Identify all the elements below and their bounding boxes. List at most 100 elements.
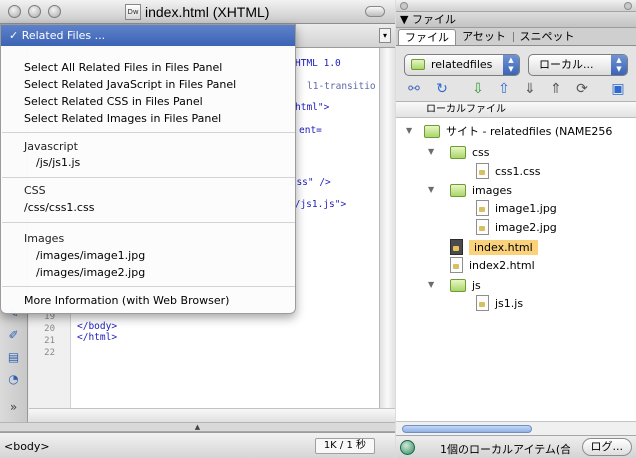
menu-item-select-related-images[interactable]: Select Related Images in Files Panel <box>24 111 221 127</box>
site-folder-icon <box>411 59 425 70</box>
tree-row-image1[interactable]: image1.jpg <box>476 199 557 217</box>
panel-close-button[interactable] <box>400 2 408 10</box>
tree-row-site[interactable]: サイト - relatedfiles (NAME256 <box>424 122 612 140</box>
minimize-window-button[interactable] <box>28 5 41 18</box>
tree-row-index-html[interactable]: index.html <box>450 238 538 256</box>
tag-selector[interactable]: <body> <box>4 440 50 453</box>
tree-row-label: サイト - relatedfiles (NAME256 <box>446 125 613 138</box>
html-file-icon <box>450 239 463 255</box>
html-file-icon <box>450 257 463 273</box>
search-icon[interactable]: ◔ <box>6 372 21 387</box>
tree-row-css1[interactable]: css1.css <box>476 162 541 180</box>
check-in-icon[interactable]: ⇑ <box>548 81 564 97</box>
download-size-indicator: 1K / 1 秒 <box>314 438 375 454</box>
tree-row-label: css1.css <box>495 164 541 178</box>
js-file-icon <box>476 295 489 311</box>
disclosure-triangle-icon[interactable]: ▼ <box>428 185 434 194</box>
menu-item-image2[interactable]: /images/image2.jpg <box>36 265 145 281</box>
document-icon: Dw <box>125 4 141 20</box>
tree-row-index2-html[interactable]: index2.html <box>450 256 535 274</box>
panel-group-header[interactable]: ▼ ファイル <box>396 12 636 28</box>
format-icon[interactable]: ✐ <box>6 328 21 343</box>
updown-arrow-icon: ▲ ▼ <box>611 55 627 75</box>
menu-item-more-information[interactable]: More Information (with Web Browser) <box>24 293 229 309</box>
panel-zoom-button[interactable] <box>624 2 632 10</box>
tab-files[interactable]: ファイル <box>398 29 456 45</box>
tree-row-images-folder[interactable]: images <box>450 181 512 199</box>
tree-row-js-folder[interactable]: js <box>450 276 481 294</box>
folder-icon <box>450 278 466 292</box>
menu-item-select-related-css[interactable]: Select Related CSS in Files Panel <box>24 94 203 110</box>
panel-status-bar: 1個のローカルアイテム(合計 ログ... <box>396 435 636 458</box>
file-icon <box>476 163 489 179</box>
toolbar-toggle-button[interactable] <box>365 6 385 17</box>
site-select[interactable]: relatedfiles ▲ ▼ <box>404 54 520 76</box>
updown-arrow-icon: ▲ ▼ <box>503 55 519 75</box>
tab-snippets[interactable]: スニペット <box>516 29 578 45</box>
menu-separator <box>2 286 295 287</box>
tab-separator <box>513 32 514 42</box>
code-line: s/js1.js"> <box>289 199 347 210</box>
window-title-text: index.html (XHTML) <box>145 4 270 20</box>
expand-panel-icon[interactable]: ▣ <box>610 81 626 97</box>
disclosure-triangle-icon[interactable]: ▼ <box>428 147 434 156</box>
image-file-icon <box>476 200 489 216</box>
menu-item-js1[interactable]: /js/js1.js <box>36 155 80 171</box>
panel-titlebar[interactable] <box>396 0 636 12</box>
editor-titlebar[interactable]: Dw index.html (XHTML) <box>0 0 395 24</box>
code-vertical-scrollbar[interactable] <box>379 48 395 408</box>
snippet-icon[interactable]: ▤ <box>6 350 21 365</box>
menu-item-css1[interactable]: /css/css1.css <box>24 200 94 216</box>
tree-row-js1[interactable]: js1.js <box>476 294 523 312</box>
window-title: Dw index.html (XHTML) <box>125 3 269 21</box>
menu-item-select-related-js[interactable]: Select Related JavaScript in Files Panel <box>24 77 236 93</box>
files-panel: ▼ ファイル ファイル アセット スニペット relatedfiles ▲ ▼ ロ… <box>396 0 636 458</box>
code-line: html"> <box>295 102 330 113</box>
expand-toolbar-icon[interactable]: » <box>6 400 21 415</box>
column-header-local-files[interactable]: ローカルファイル <box>396 102 636 118</box>
tree-row-label: image2.jpg <box>495 220 557 234</box>
connect-icon[interactable]: ⚯ <box>406 81 422 97</box>
disclosure-triangle-icon[interactable]: ▼ <box>406 126 412 135</box>
tree-row-label: image1.jpg <box>495 201 557 215</box>
panel-divider-handle[interactable]: ▲ <box>0 422 395 432</box>
related-files-menu: ✓ Related Files ... Select All Related F… <box>0 24 296 314</box>
log-button[interactable]: ログ... <box>581 438 632 456</box>
code-line: </html> <box>77 332 118 343</box>
line-number: 20 <box>44 324 55 334</box>
check-out-icon[interactable]: ⇓ <box>522 81 538 97</box>
site-select-value: relatedfiles <box>431 58 493 71</box>
synchronize-icon[interactable]: ⟳ <box>574 81 590 97</box>
tree-row-image2[interactable]: image2.jpg <box>476 218 557 236</box>
tree-row-css-folder[interactable]: css <box>450 143 490 161</box>
code-line: l1-transitio <box>307 81 376 92</box>
view-select[interactable]: ローカル... ▲ ▼ <box>528 54 628 76</box>
tree-row-label: js1.js <box>495 296 524 310</box>
refresh-icon[interactable]: ↻ <box>434 81 450 97</box>
tree-row-label: index2.html <box>469 258 535 272</box>
code-line: ent= <box>299 125 322 136</box>
panel-status-text: 1個のローカルアイテム(合計 <box>440 443 570 456</box>
disclosure-triangle-icon[interactable]: ▼ <box>428 280 434 289</box>
code-horizontal-scrollbar[interactable] <box>29 408 395 422</box>
menu-item-select-all-related[interactable]: Select All Related Files in Files Panel <box>24 60 222 76</box>
scrollbar-thumb[interactable] <box>402 425 532 433</box>
menu-group-heading: CSS <box>24 184 46 197</box>
folder-icon <box>450 145 466 159</box>
zoom-window-button[interactable] <box>48 5 61 18</box>
put-files-icon[interactable]: ⇧ <box>496 81 512 97</box>
close-window-button[interactable] <box>8 5 21 18</box>
menu-separator <box>2 177 295 178</box>
tab-assets[interactable]: アセット <box>458 29 510 45</box>
tree-row-label: css <box>472 145 490 159</box>
menu-item-related-files[interactable]: ✓ Related Files ... <box>1 25 295 46</box>
line-number: 21 <box>44 336 55 346</box>
file-tree-horizontal-scrollbar[interactable] <box>396 421 636 435</box>
line-number: 22 <box>44 348 55 358</box>
menu-group-heading: Javascript <box>24 140 78 153</box>
folder-icon <box>424 124 440 138</box>
get-files-icon[interactable]: ⇩ <box>470 81 486 97</box>
panel-tabs: ファイル アセット スニペット <box>396 28 636 46</box>
toolbar-options-icon[interactable]: ▾ <box>379 28 391 43</box>
menu-item-image1[interactable]: /images/image1.jpg <box>36 248 145 264</box>
